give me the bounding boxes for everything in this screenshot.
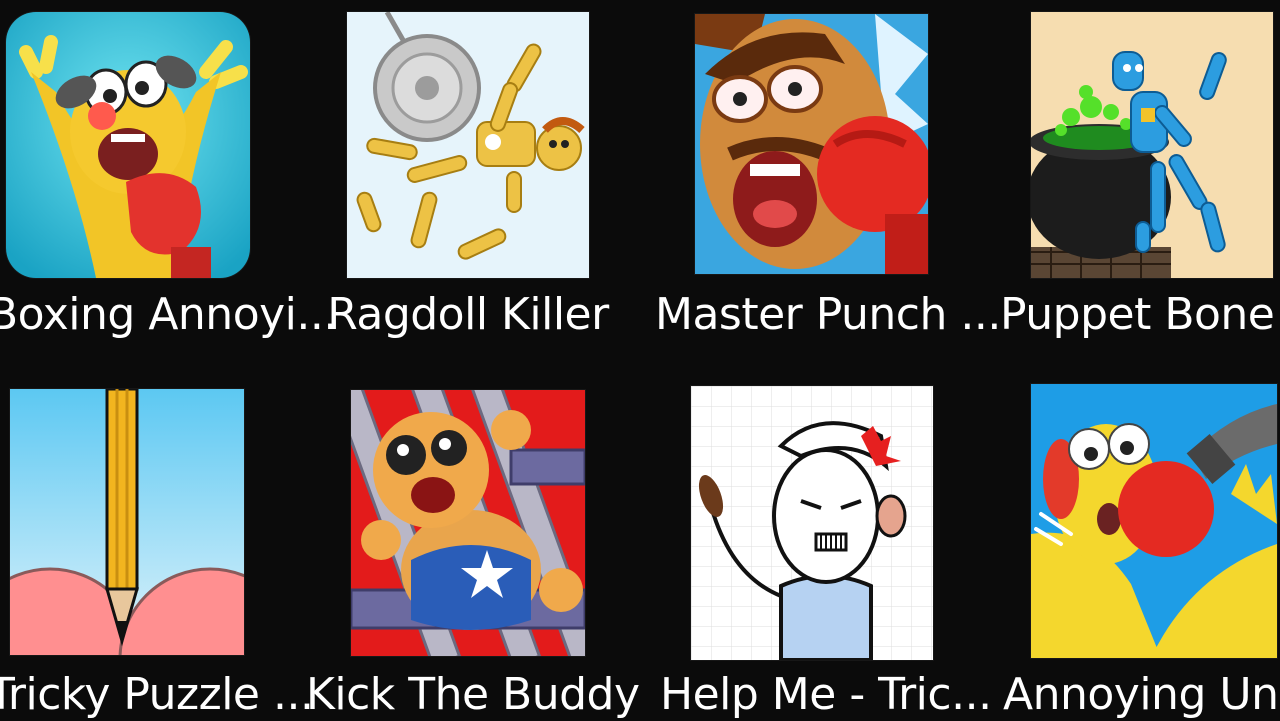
tricky-puzzle-icon[interactable] [10, 389, 244, 655]
puppet-bone-icon[interactable] [1031, 12, 1273, 278]
kick-the-buddy-icon[interactable] [351, 390, 585, 656]
help-me-tricky-icon[interactable] [691, 386, 933, 660]
ragdoll-killer-icon[interactable] [347, 12, 589, 278]
annoying-uncle-icon[interactable] [1031, 384, 1277, 658]
master-punch-icon[interactable] [695, 14, 928, 274]
app-label: Annoying Uncl [1003, 669, 1280, 720]
app-label: Master Punch ... [655, 289, 1001, 340]
boxing-annoying-icon[interactable] [6, 12, 250, 278]
app-label: Help Me - Tric... [660, 669, 992, 720]
app-label: Ragdoll Killer [327, 289, 609, 340]
app-label: Kick The Buddy [306, 669, 640, 720]
app-label: Boxing Annoyi... [0, 289, 337, 340]
app-label: Tricky Puzzle ... [0, 669, 314, 720]
app-label: Puppet Bone ... [1000, 289, 1280, 340]
